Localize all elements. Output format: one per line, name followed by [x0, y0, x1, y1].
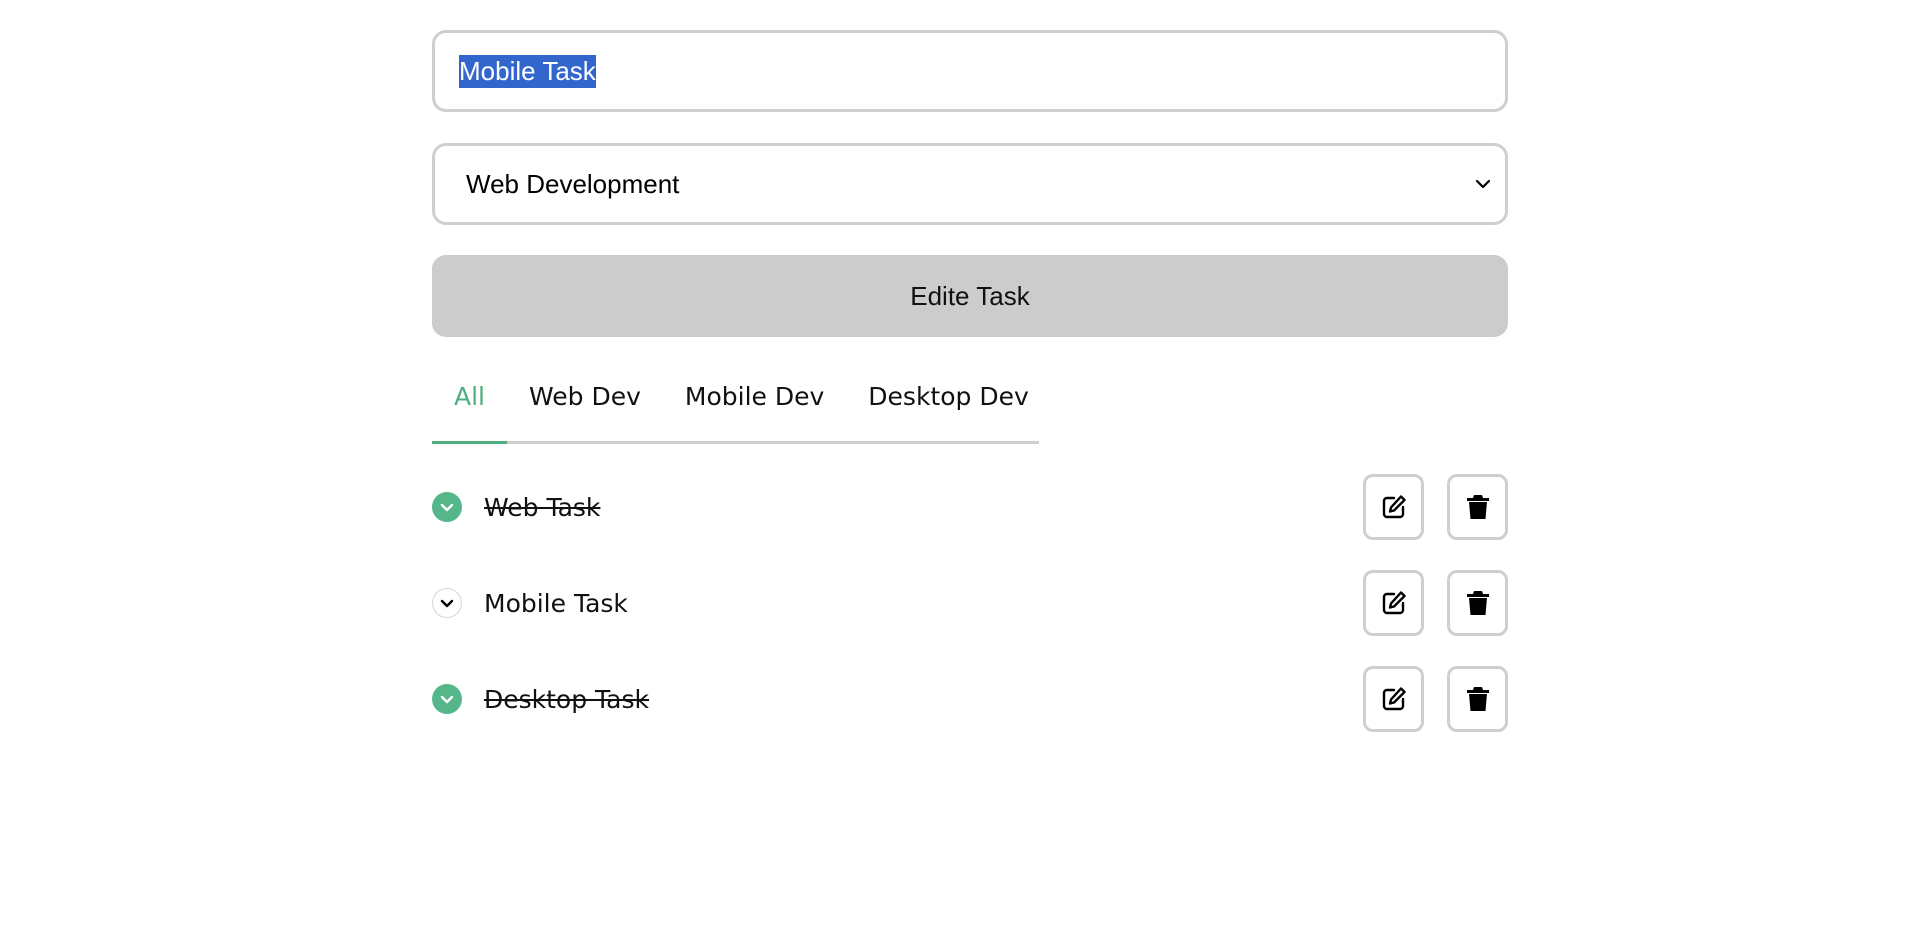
- task-list: Web Task Mobile Task Desktop Task: [432, 474, 1508, 732]
- trash-icon: [1466, 687, 1489, 711]
- chevron-down-icon: [440, 695, 454, 704]
- task-complete-toggle[interactable]: [432, 588, 462, 618]
- task-name-input[interactable]: Mobile Task: [432, 30, 1508, 112]
- task-name: Desktop Task: [484, 684, 650, 714]
- task-name-input-value: Mobile Task: [459, 54, 596, 88]
- task-actions: [1363, 570, 1508, 636]
- trash-icon: [1466, 591, 1489, 615]
- category-select[interactable]: Web Development: [432, 143, 1508, 225]
- edit-icon: [1382, 687, 1406, 711]
- edit-icon: [1382, 591, 1406, 615]
- task-complete-toggle[interactable]: [432, 684, 462, 714]
- delete-task-button[interactable]: [1447, 474, 1508, 540]
- edit-task-button[interactable]: [1363, 666, 1424, 732]
- delete-task-button[interactable]: [1447, 570, 1508, 636]
- tab-desktop-dev[interactable]: Desktop Dev: [846, 367, 1050, 427]
- task-row: Mobile Task: [432, 570, 1508, 636]
- task-app: Mobile Task Web Development Edite Task A…: [432, 30, 1508, 762]
- task-name: Mobile Task: [484, 588, 628, 618]
- task-name: Web Task: [484, 492, 601, 522]
- edit-task-button[interactable]: [1363, 474, 1424, 540]
- tab-all[interactable]: All: [432, 367, 507, 444]
- task-actions: [1363, 666, 1508, 732]
- edit-task-button[interactable]: [1363, 570, 1424, 636]
- chevron-down-icon: [440, 503, 454, 512]
- category-tabs: All Web Dev Mobile Dev Desktop Dev: [432, 367, 1039, 444]
- chevron-down-icon: [1475, 179, 1491, 189]
- trash-icon: [1466, 495, 1489, 519]
- tab-web-dev[interactable]: Web Dev: [507, 367, 663, 427]
- task-actions: [1363, 474, 1508, 540]
- chevron-down-icon: [440, 599, 454, 608]
- task-row: Web Task: [432, 474, 1508, 540]
- edit-icon: [1382, 495, 1406, 519]
- task-complete-toggle[interactable]: [432, 492, 462, 522]
- category-select-value: Web Development: [466, 168, 680, 199]
- edit-task-button[interactable]: Edite Task: [432, 255, 1508, 337]
- task-row: Desktop Task: [432, 666, 1508, 732]
- tab-mobile-dev[interactable]: Mobile Dev: [663, 367, 846, 427]
- delete-task-button[interactable]: [1447, 666, 1508, 732]
